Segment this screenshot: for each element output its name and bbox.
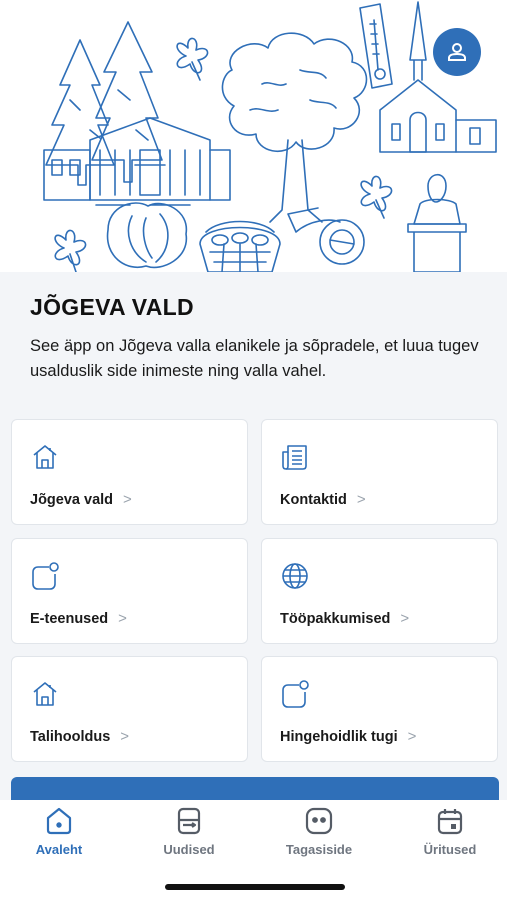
square-dot-icon [32,562,59,590]
home-indicator [165,884,345,890]
calendar-icon [437,809,463,835]
chevron-right-icon: > [407,728,417,745]
card-label: E-teenused [30,610,109,627]
pine-trees-drawing [45,21,163,186]
tab-uudised[interactable]: Uudised [139,806,239,857]
church-drawing [379,1,497,153]
user-icon [448,43,466,61]
statue-drawing [407,173,467,273]
tab-label: Avaleht [35,842,83,857]
tab-avaleht[interactable]: Avaleht [9,806,109,857]
feedback-icon [305,807,333,835]
tab-uritused[interactable]: Üritused [400,806,500,857]
home-icon [46,807,72,835]
card-label: Talihooldus [30,728,111,745]
profile-button[interactable] [433,28,481,76]
tab-tagasiside[interactable]: Tagasiside [269,806,369,857]
basket-drawing [199,220,281,273]
square-dot-icon [282,680,309,708]
card-label: Kontaktid [280,491,347,508]
tab-label: Tagasiside [285,842,353,857]
card-label: Hingehoidlik tugi [280,728,398,745]
card-label: Tööpakkumised [280,610,391,627]
clover-drawing [54,37,393,273]
cabbage-drawing [106,202,188,269]
card-kontaktid[interactable]: Kontaktid > [261,419,498,525]
chevron-right-icon: > [120,728,130,745]
page-title: JÕGEVA VALD [30,294,194,320]
tab-label: Uudised [163,842,215,857]
page-description: See äpp on Jõgeva valla elanikele ja sõp… [30,337,479,380]
card-hingehoidlik-tugi[interactable]: Hingehoidlik tugi > [261,656,498,762]
hero-illustration [0,0,507,274]
card-toopakkumised[interactable]: Tööpakkumised > [261,538,498,644]
card-e-teenused[interactable]: E-teenused > [11,538,248,644]
newspaper-icon [282,445,307,470]
chevron-right-icon: > [123,491,132,508]
chevron-right-icon: > [356,491,366,508]
tab-label: Üritused [423,842,477,857]
card-talihooldus[interactable]: Talihooldus > [11,656,248,762]
news-icon [177,807,201,835]
chevron-right-icon: > [118,610,127,627]
card-jogeva-vald[interactable]: Jõgeva vald > [11,419,248,525]
main-content: JÕGEVA VALD See äpp on Jõgeva valla elan… [0,274,507,817]
thermometer-drawing [359,3,393,89]
house-icon [33,445,57,469]
horn-drawing [287,207,365,265]
card-label: Jõgeva vald [30,491,114,508]
chevron-right-icon: > [400,610,410,627]
oak-tree-drawing [221,32,368,223]
globe-icon [282,563,308,589]
house-icon [33,682,57,706]
